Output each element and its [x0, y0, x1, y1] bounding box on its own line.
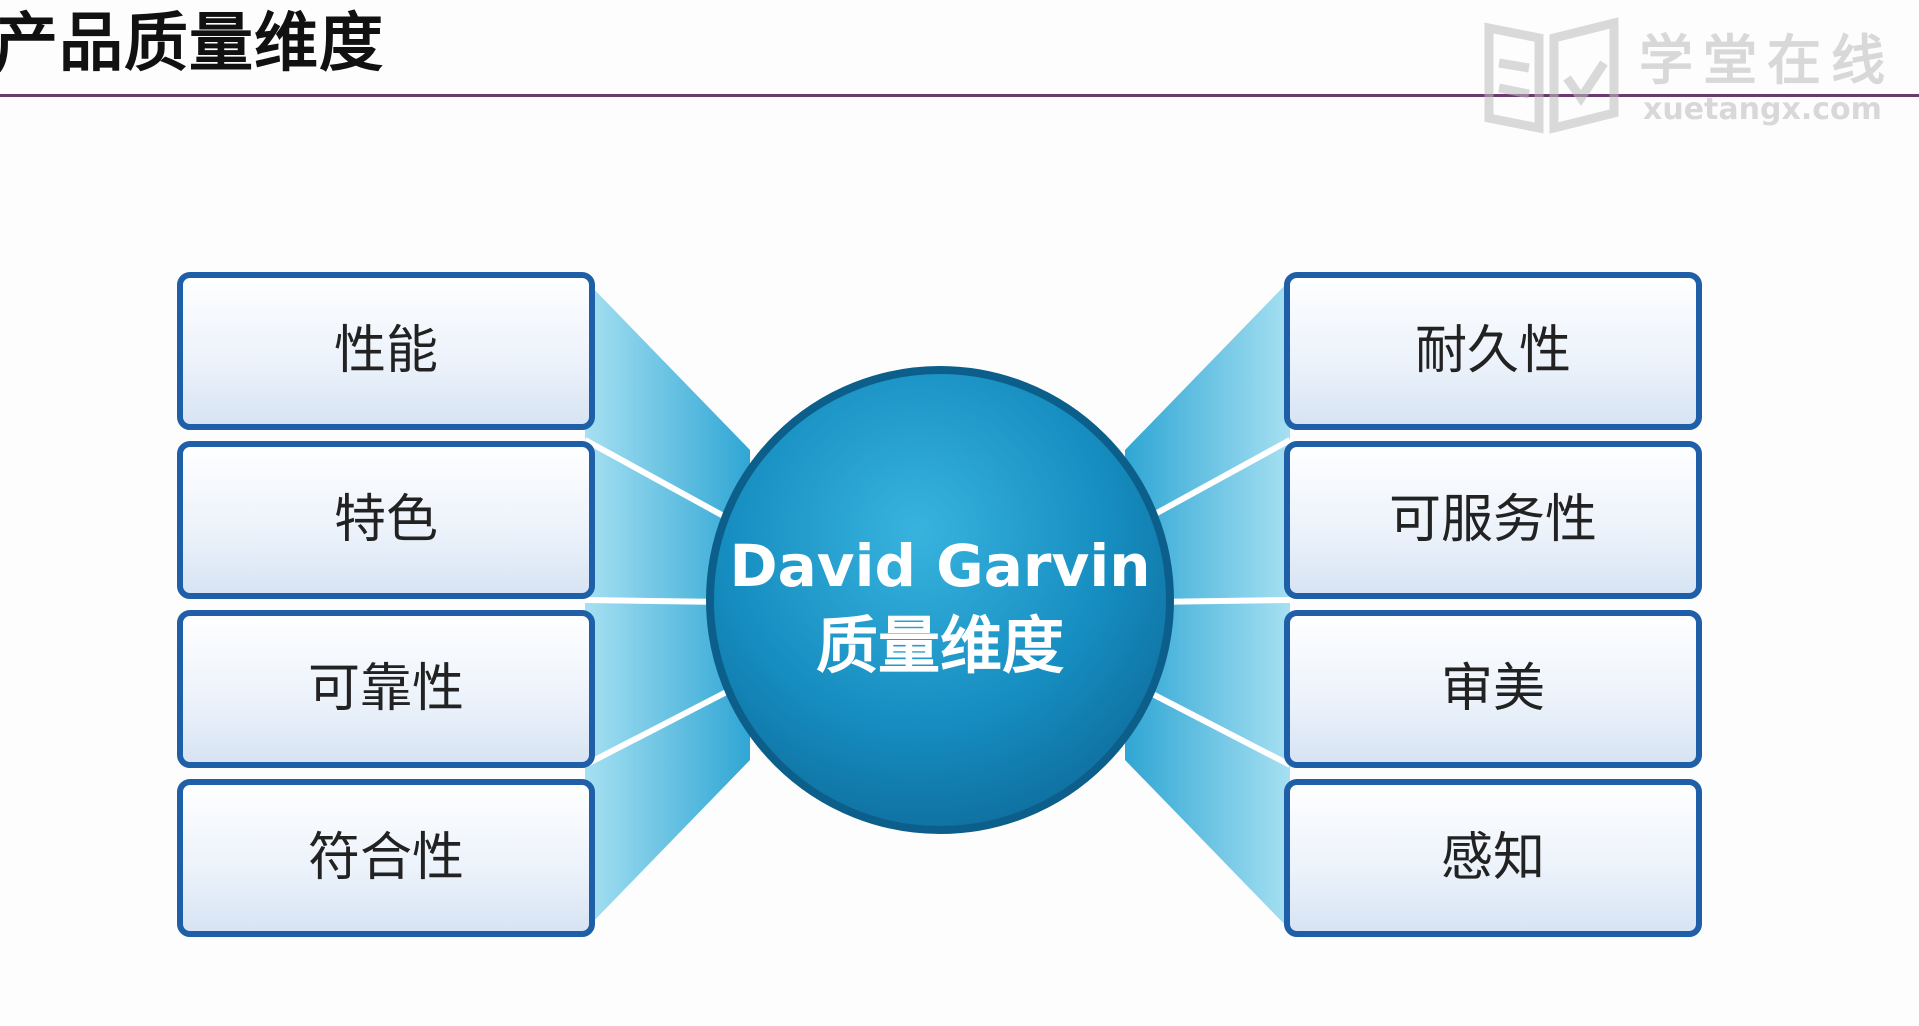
dimension-box-durability: 耐久性 — [1284, 272, 1702, 430]
dimension-box-serviceability: 可服务性 — [1284, 441, 1702, 599]
dimension-box-conformance: 符合性 — [177, 779, 595, 937]
dimension-label: 性能 — [334, 321, 438, 381]
dimension-label: 特色 — [334, 490, 438, 550]
center-title-cn: 质量维度 — [816, 609, 1064, 682]
dimension-label: 可靠性 — [308, 659, 464, 719]
dimension-label: 符合性 — [308, 828, 464, 888]
dimension-label: 耐久性 — [1415, 321, 1571, 381]
dimension-box-aesthetics: 审美 — [1284, 610, 1702, 768]
dimension-label: 可服务性 — [1389, 490, 1597, 550]
quality-dimensions-diagram: David Garvin 质量维度 性能 特色 可靠性 符合性 耐久性 可服务性… — [177, 272, 1702, 937]
left-dimension-boxes: 性能 特色 可靠性 符合性 — [177, 272, 595, 937]
right-dimension-boxes: 耐久性 可服务性 审美 感知 — [1284, 272, 1702, 937]
dimension-box-features: 特色 — [177, 441, 595, 599]
dimension-label: 审美 — [1441, 659, 1545, 719]
dimension-label: 感知 — [1441, 828, 1545, 888]
dimension-box-performance: 性能 — [177, 272, 595, 430]
slide: 产品质量维度 学堂在线 xuetangx.com David Garvin 质量… — [0, 0, 1919, 1026]
dimension-box-perceived-quality: 感知 — [1284, 779, 1702, 937]
center-title-en: David Garvin — [729, 532, 1150, 600]
dimension-box-reliability: 可靠性 — [177, 610, 595, 768]
